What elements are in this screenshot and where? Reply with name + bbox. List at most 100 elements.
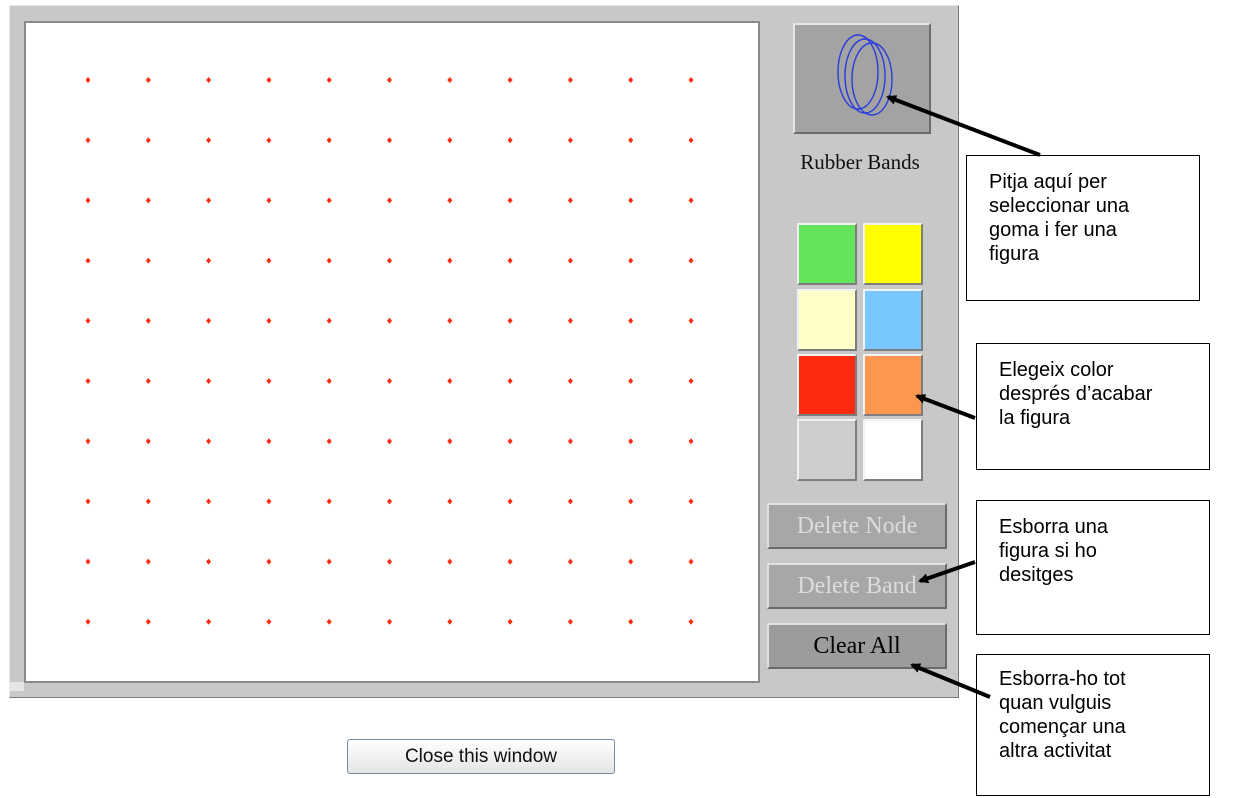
peg[interactable]	[85, 378, 91, 384]
peg[interactable]	[387, 257, 392, 264]
rubber-bands-button[interactable]	[793, 23, 931, 134]
peg[interactable]	[266, 558, 272, 565]
peg[interactable]	[507, 137, 513, 144]
peg[interactable]	[688, 77, 694, 83]
peg[interactable]	[326, 498, 332, 505]
peg[interactable]	[85, 498, 91, 505]
peg[interactable]	[85, 77, 91, 83]
peg[interactable]	[447, 438, 453, 445]
peg[interactable]	[387, 438, 392, 445]
peg[interactable]	[567, 137, 573, 144]
peg[interactable]	[206, 137, 212, 144]
peg[interactable]	[145, 257, 151, 264]
peg[interactable]	[266, 618, 272, 625]
peg[interactable]	[447, 618, 453, 625]
peg[interactable]	[326, 317, 332, 324]
peg[interactable]	[266, 498, 272, 505]
peg[interactable]	[447, 317, 453, 324]
peg[interactable]	[387, 197, 392, 204]
peg[interactable]	[628, 317, 634, 324]
peg[interactable]	[206, 317, 212, 324]
peg[interactable]	[628, 197, 634, 204]
color-swatch-light-blue[interactable]	[863, 289, 923, 351]
peg[interactable]	[145, 558, 151, 565]
peg[interactable]	[567, 77, 573, 83]
peg[interactable]	[567, 498, 573, 505]
clear-all-button[interactable]: Clear All	[767, 623, 947, 669]
peg[interactable]	[326, 137, 332, 144]
peg[interactable]	[326, 438, 332, 445]
peg[interactable]	[266, 438, 272, 445]
peg[interactable]	[688, 317, 694, 324]
peg[interactable]	[387, 558, 392, 565]
peg[interactable]	[507, 197, 513, 204]
peg[interactable]	[567, 257, 573, 264]
peg[interactable]	[206, 378, 212, 384]
peg[interactable]	[688, 257, 694, 264]
close-window-button[interactable]: Close this window	[347, 739, 615, 774]
peg[interactable]	[688, 498, 694, 505]
peg[interactable]	[688, 378, 694, 384]
peg[interactable]	[507, 378, 513, 384]
peg[interactable]	[85, 137, 91, 144]
peg[interactable]	[85, 317, 91, 324]
color-swatch-gray[interactable]	[797, 419, 857, 481]
peg[interactable]	[206, 257, 212, 264]
peg[interactable]	[326, 77, 332, 83]
color-swatch-cream[interactable]	[797, 289, 857, 351]
peg[interactable]	[628, 257, 634, 264]
peg[interactable]	[447, 77, 453, 83]
peg[interactable]	[447, 498, 453, 505]
peg[interactable]	[145, 438, 151, 445]
peg[interactable]	[567, 317, 573, 324]
peg[interactable]	[567, 558, 573, 565]
peg[interactable]	[145, 498, 151, 505]
peg[interactable]	[206, 77, 212, 83]
color-swatch-white[interactable]	[863, 419, 923, 481]
peg[interactable]	[326, 558, 332, 565]
peg[interactable]	[628, 618, 634, 625]
peg[interactable]	[567, 438, 573, 445]
peg[interactable]	[85, 257, 91, 264]
peg[interactable]	[145, 618, 151, 625]
peg[interactable]	[387, 498, 392, 505]
peg[interactable]	[145, 197, 151, 204]
peg[interactable]	[326, 618, 332, 625]
peg[interactable]	[206, 618, 212, 625]
peg[interactable]	[628, 558, 634, 565]
peg[interactable]	[567, 197, 573, 204]
peg[interactable]	[85, 618, 91, 625]
peg[interactable]	[507, 618, 513, 625]
delete-node-button[interactable]: Delete Node	[767, 503, 947, 549]
peg[interactable]	[387, 77, 392, 83]
peg[interactable]	[266, 378, 272, 384]
delete-band-button[interactable]: Delete Band	[767, 563, 947, 609]
color-swatch-orange[interactable]	[863, 354, 923, 416]
peg[interactable]	[507, 438, 513, 445]
peg[interactable]	[507, 257, 513, 264]
peg[interactable]	[447, 558, 453, 565]
peg[interactable]	[206, 197, 212, 204]
peg[interactable]	[628, 378, 634, 384]
peg[interactable]	[206, 498, 212, 505]
peg[interactable]	[266, 257, 272, 264]
peg[interactable]	[387, 137, 392, 144]
peg[interactable]	[85, 197, 91, 204]
peg[interactable]	[326, 197, 332, 204]
peg[interactable]	[266, 137, 272, 144]
color-swatch-red[interactable]	[797, 354, 857, 416]
peg[interactable]	[326, 378, 332, 384]
peg[interactable]	[145, 317, 151, 324]
peg[interactable]	[266, 77, 272, 83]
peg[interactable]	[206, 558, 212, 565]
peg[interactable]	[326, 257, 332, 264]
peg[interactable]	[688, 558, 694, 565]
peg[interactable]	[266, 197, 272, 204]
peg[interactable]	[145, 137, 151, 144]
peg[interactable]	[628, 498, 634, 505]
peg[interactable]	[447, 137, 453, 144]
peg[interactable]	[85, 438, 91, 445]
peg[interactable]	[628, 438, 634, 445]
peg[interactable]	[447, 257, 453, 264]
peg[interactable]	[507, 77, 513, 83]
